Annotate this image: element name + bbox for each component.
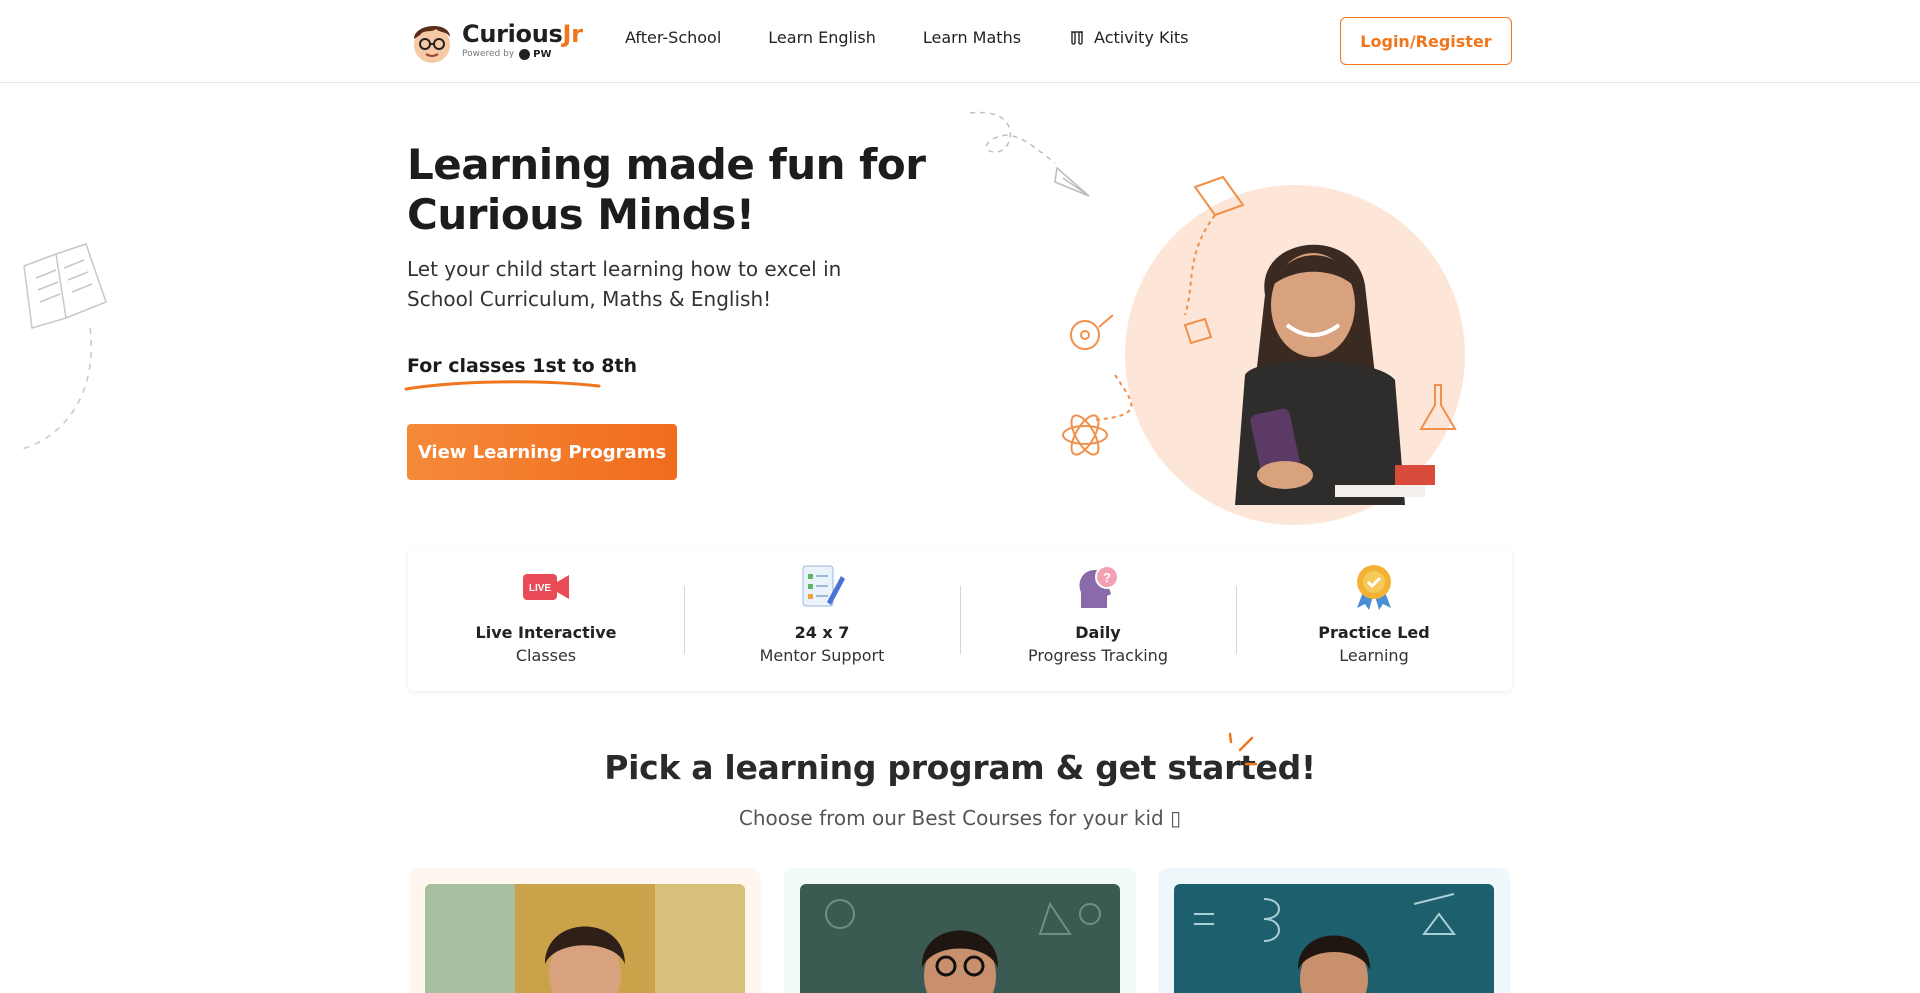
boy-math-board-photo <box>1174 884 1494 993</box>
hero-subtitle: Let your child start learning how to exc… <box>407 257 842 311</box>
features-strip: LIVE Live Interactive Classes 24 x 7 Men… <box>408 548 1512 691</box>
nav-after-school[interactable]: After-School <box>625 28 721 47</box>
main-nav: After-School Learn English Learn Maths A… <box>625 28 1236 47</box>
program-card[interactable] <box>409 868 761 993</box>
programs-title: Pick a learning program & get started! <box>604 748 1316 787</box>
site-header: CuriousJr Powered by PW After-School Lea… <box>0 0 1920 83</box>
girl-classroom-photo <box>425 884 745 993</box>
logo-powered-by: Powered by PW <box>462 48 552 60</box>
feature-caption: Mentor Support <box>759 646 885 665</box>
award-badge-icon <box>1357 565 1391 610</box>
feature-live-classes: LIVE Live Interactive Classes <box>408 548 684 691</box>
classes-range: For classes 1st to 8th <box>407 355 638 377</box>
live-video-icon: LIVE <box>523 574 569 600</box>
svg-text:LIVE: LIVE <box>529 583 552 594</box>
view-learning-programs-button[interactable]: View Learning Programs <box>407 424 677 480</box>
feature-progress-tracking: ? Daily Progress Tracking <box>960 548 1236 691</box>
girl-chalkboard-photo <box>800 884 1120 993</box>
programs-subtitle: Choose from our Best Courses for your ki… <box>738 806 1182 830</box>
feature-title: Live Interactive <box>475 623 617 642</box>
mascot-logo-icon <box>414 25 450 63</box>
feature-title: Practice Led <box>1318 623 1430 642</box>
sparkle-icon <box>1228 732 1258 766</box>
feature-practice-led: Practice Led Learning <box>1236 548 1512 691</box>
login-register-button[interactable]: Login/Register <box>1340 17 1512 65</box>
nav-learn-maths[interactable]: Learn Maths <box>923 28 1021 47</box>
molecule-doodle-icon <box>1070 320 1100 350</box>
curiousjr-logo[interactable]: CuriousJr Powered by PW <box>408 15 583 65</box>
checklist-pencil-icon <box>802 565 845 607</box>
feature-title: Daily <box>1075 623 1121 642</box>
nav-activity-kits[interactable]: Activity Kits <box>1068 28 1189 47</box>
open-book-doodle-icon <box>18 243 107 451</box>
classes-underline <box>404 380 601 391</box>
feature-caption: Classes <box>515 646 577 665</box>
hero-girl-with-phone-image <box>1062 175 1465 525</box>
logo-wordmark: CuriousJr Powered by PW <box>462 21 583 60</box>
feature-mentor-support: 24 x 7 Mentor Support <box>684 548 960 691</box>
atom-doodle-icon <box>1062 425 1108 445</box>
flask-kit-icon <box>1071 30 1084 45</box>
hero-title: Learning made fun for Curious Minds! <box>407 140 926 239</box>
feature-caption: Progress Tracking <box>1028 646 1168 665</box>
feature-title: 24 x 7 <box>794 623 850 642</box>
feature-caption: Learning <box>1339 646 1409 665</box>
program-card[interactable] <box>1158 868 1510 993</box>
pw-badge: PW <box>519 48 552 60</box>
pw-logo-icon <box>519 48 531 60</box>
head-question-icon: ? <box>1079 565 1119 608</box>
program-card[interactable] <box>784 868 1136 993</box>
svg-text:?: ? <box>1103 570 1111 585</box>
nav-learn-english[interactable]: Learn English <box>768 28 876 47</box>
logo-title: CuriousJr <box>462 19 583 48</box>
